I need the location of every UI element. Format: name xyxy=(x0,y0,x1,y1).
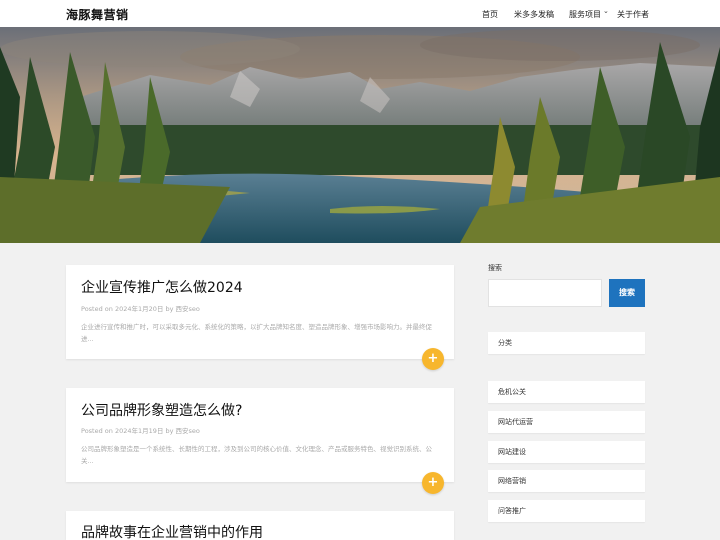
categories-title: 分类 xyxy=(488,332,645,354)
site-title[interactable]: 海豚舞营销 xyxy=(66,6,129,23)
category-link[interactable]: 网站建设 xyxy=(488,441,645,463)
post-card: 企业宣传推广怎么做2024 Posted on 2024年1月20日 by 西安… xyxy=(66,265,454,359)
category-link[interactable]: 网站代运营 xyxy=(488,411,645,433)
post-meta: Posted on 2024年1月19日 by 西安seo xyxy=(81,427,200,435)
nav-about[interactable]: 关于作者 xyxy=(617,9,649,20)
post-title[interactable]: 企业宣传推广怎么做2024 xyxy=(81,277,243,297)
nav-mi-duoduo[interactable]: 米多多发稿 xyxy=(514,9,554,20)
post-meta: Posted on 2024年1月20日 by 西安seo xyxy=(81,305,200,313)
site-header: 海豚舞营销 首页 米多多发稿 服务项目 ⌄ 关于作者 xyxy=(0,0,720,27)
post-excerpt: 企业进行宣传和推广时，可以采取多元化、系统化的策略，以扩大品牌知名度、塑造品牌形… xyxy=(81,323,432,343)
post-title[interactable]: 公司品牌形象塑造怎么做? xyxy=(81,400,242,420)
hero-landscape-image xyxy=(0,27,720,243)
plus-icon[interactable]: + xyxy=(422,472,444,494)
nav-home[interactable]: 首页 xyxy=(482,9,498,20)
post-card: 公司品牌形象塑造怎么做? Posted on 2024年1月19日 by 西安s… xyxy=(66,388,454,482)
nav-services[interactable]: 服务项目 xyxy=(569,9,601,20)
search-button[interactable]: 搜索 xyxy=(609,279,645,307)
search-label: 搜索 xyxy=(488,264,502,272)
plus-icon[interactable]: + xyxy=(422,348,444,370)
category-link[interactable]: 问答推广 xyxy=(488,500,645,522)
post-title[interactable]: 品牌故事在企业营销中的作用 xyxy=(81,522,263,540)
category-link[interactable]: 危机公关 xyxy=(488,381,645,403)
post-excerpt: 公司品牌形象塑造是一个系统性、长期性的工程，涉及到公司的核心价值、文化理念、产品… xyxy=(81,445,432,465)
post-card: 品牌故事在企业营销中的作用 xyxy=(66,511,454,540)
chevron-down-icon[interactable]: ⌄ xyxy=(603,7,609,15)
search-input[interactable] xyxy=(488,279,602,307)
hero-landscape-illustration xyxy=(0,27,720,243)
category-link[interactable]: 网络营销 xyxy=(488,470,645,492)
